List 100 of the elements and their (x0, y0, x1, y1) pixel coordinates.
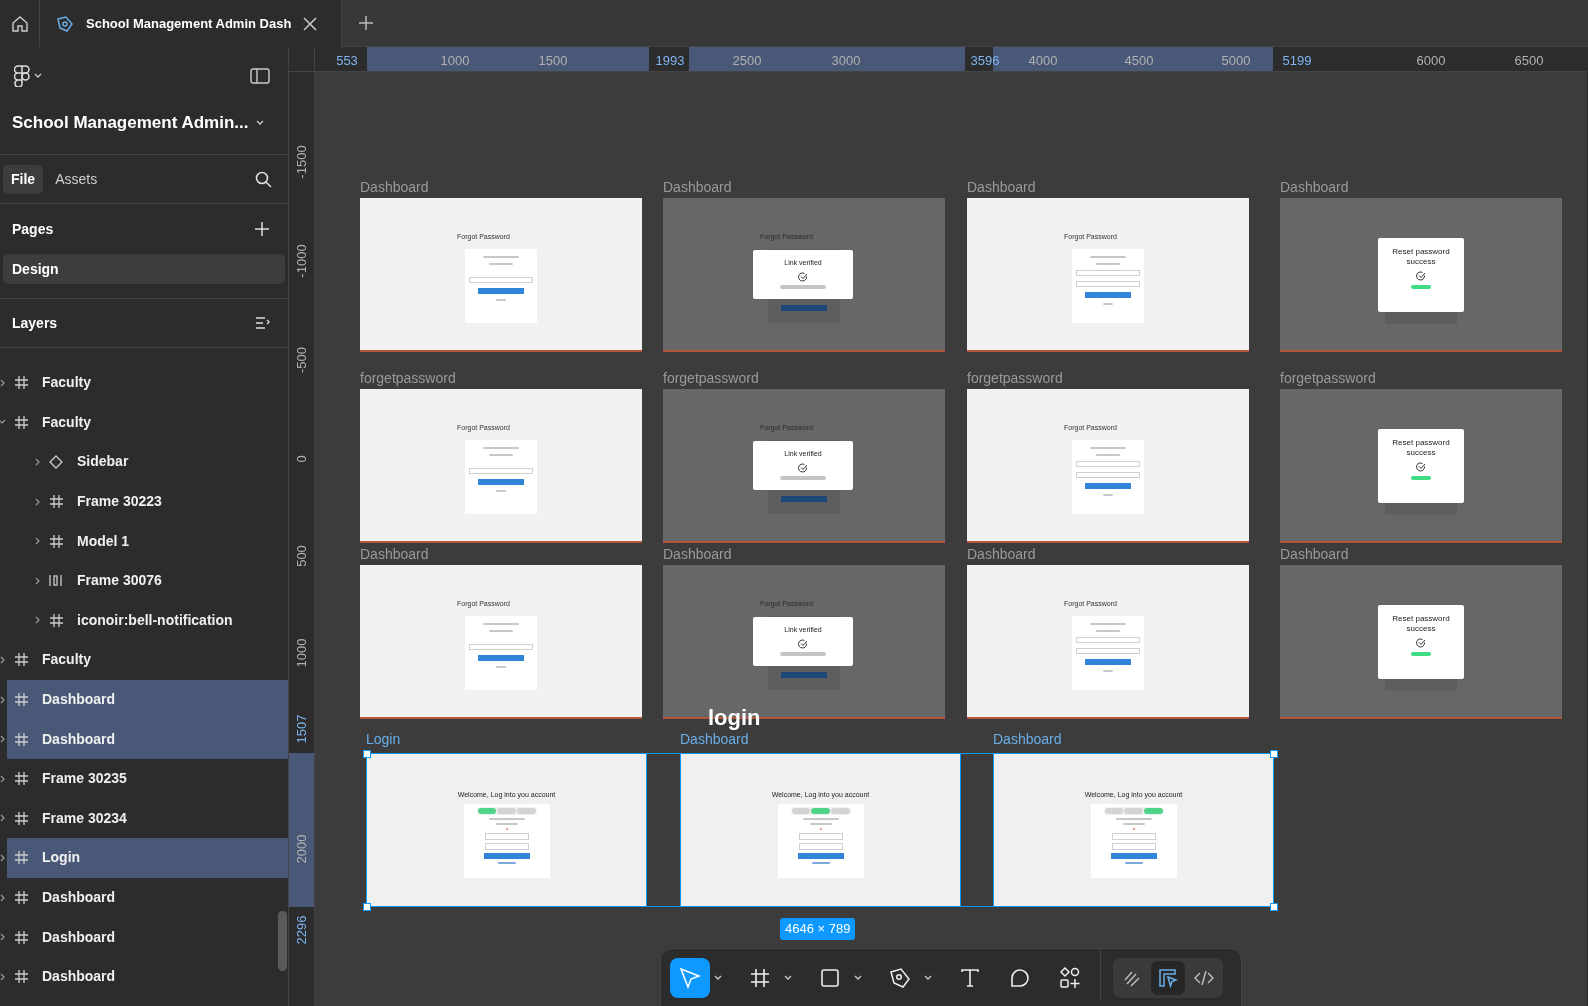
text-line (483, 622, 519, 625)
frame-label[interactable]: Dashboard (360, 177, 429, 198)
speech-bubble-icon (1010, 968, 1030, 988)
canvas[interactable] (315, 72, 1587, 1006)
resize-handle[interactable] (1270, 750, 1278, 758)
frame-label[interactable]: Dashboard (663, 544, 732, 565)
plus-icon[interactable] (255, 222, 269, 236)
caret-icon[interactable] (784, 975, 792, 981)
ruler-label: 2296 (293, 915, 311, 945)
layer-row[interactable]: Dashboard (0, 877, 288, 918)
file-panel-tab[interactable]: Assets (47, 164, 106, 194)
layer-row[interactable]: Frame 30235 (0, 758, 288, 799)
caret-icon[interactable] (0, 933, 5, 942)
layer-row[interactable]: Sidebar (0, 442, 288, 482)
input-field (484, 842, 529, 850)
caret-icon[interactable] (34, 616, 40, 625)
frame-label[interactable]: Dashboard (967, 177, 1036, 198)
frame-label[interactable]: Dashboard (663, 177, 732, 198)
search-icon[interactable] (255, 170, 272, 188)
done-button (1411, 285, 1431, 289)
close-icon[interactable] (303, 16, 318, 31)
resize-handle[interactable] (363, 750, 371, 758)
frame-label[interactable]: forgetpassword (360, 368, 456, 389)
caret-icon[interactable] (34, 576, 40, 585)
frame-label[interactable]: Dashboard (680, 729, 749, 750)
frame-label[interactable]: forgetpassword (1280, 368, 1376, 389)
layer-name: Frame 30234 (42, 808, 127, 828)
caret-icon[interactable] (256, 120, 264, 126)
submit-button (1085, 291, 1131, 298)
caret-icon[interactable] (924, 975, 932, 981)
frame-label[interactable]: Dashboard (993, 729, 1062, 750)
caret-icon[interactable] (0, 695, 5, 704)
layer-name: Frame 30223 (77, 492, 162, 512)
scrollbar-thumb[interactable] (278, 911, 287, 971)
text-line (1115, 817, 1152, 820)
layer-row[interactable]: Faculty (0, 363, 288, 403)
move-tool-button[interactable] (670, 958, 710, 998)
panel-toggle-icon[interactable] (250, 68, 270, 84)
text-line (497, 861, 516, 864)
layer-row[interactable]: Faculty (0, 640, 288, 680)
caret-icon[interactable] (0, 814, 5, 823)
layer-row[interactable]: Frame 30076 (0, 560, 288, 601)
file-panel-tab[interactable]: File (3, 164, 44, 194)
submit-button (478, 287, 524, 294)
frame-label[interactable]: Dashboard (967, 544, 1036, 565)
layer-row[interactable]: Dashboard (0, 917, 288, 957)
layer-name: Dashboard (42, 729, 116, 749)
caret-icon[interactable] (0, 378, 5, 387)
ruler-label: -500 (293, 347, 311, 373)
caret-icon[interactable] (0, 655, 5, 664)
layer-row[interactable]: Dashboard (0, 956, 288, 997)
design-mode-button[interactable] (1151, 961, 1185, 995)
ruler-label: 0 (293, 455, 311, 463)
layer-name: Sidebar (77, 452, 129, 472)
layer-row[interactable]: iconoir:bell-notification (0, 600, 288, 641)
caret-icon[interactable] (0, 419, 6, 426)
resize-handle[interactable] (1270, 903, 1278, 911)
document-tab[interactable]: School Management Admin Dash (40, 0, 342, 47)
continue-button (780, 651, 826, 656)
frame-label[interactable]: forgetpassword (663, 368, 759, 389)
frame-label[interactable]: Dashboard (1280, 544, 1349, 565)
input-field (1076, 636, 1140, 643)
list-icon[interactable] (255, 316, 271, 330)
page-item[interactable]: Design (3, 254, 285, 284)
file-name[interactable]: School Management Admin... (12, 110, 249, 136)
layer-row[interactable]: Faculty (0, 402, 288, 443)
caret-icon[interactable] (854, 975, 862, 981)
caret-icon[interactable] (0, 774, 5, 783)
caret-icon[interactable] (714, 975, 722, 981)
frame-thumbnail[interactable]: Reset password success (1280, 198, 1562, 352)
frame-label[interactable]: Dashboard (360, 544, 429, 565)
ruler-label: 1993 (655, 52, 685, 70)
text-line (1090, 446, 1126, 449)
caret-icon[interactable] (0, 972, 5, 981)
caret-icon[interactable] (34, 537, 40, 546)
submit-button (797, 852, 844, 859)
caret-icon[interactable] (0, 893, 5, 902)
home-button[interactable] (0, 0, 40, 47)
plus-icon[interactable] (359, 16, 373, 30)
resize-handle[interactable] (363, 903, 371, 911)
frame-label[interactable]: Login (366, 729, 401, 750)
frame-label[interactable]: Dashboard (1280, 177, 1349, 198)
cursor-icon (679, 967, 701, 989)
caret-icon[interactable] (34, 458, 40, 466)
caret-icon[interactable] (34, 497, 40, 506)
continue-button (780, 475, 826, 480)
home-icon (10, 14, 29, 33)
frame-label[interactable]: forgetpassword (967, 368, 1063, 389)
frame-thumbnail[interactable]: Reset password success (1280, 389, 1562, 543)
caret-icon[interactable] (0, 735, 5, 744)
square-icon (820, 968, 840, 988)
logo-icon (14, 65, 30, 87)
frame-thumbnail[interactable]: Reset password success (1280, 565, 1562, 719)
main-menu-button[interactable] (14, 65, 42, 87)
submit-button (483, 852, 530, 859)
layer-row[interactable]: Frame 30234 (0, 798, 288, 839)
frame-icon (14, 851, 28, 865)
layer-row[interactable]: Model 1 (0, 521, 288, 561)
caret-icon[interactable] (0, 853, 5, 862)
layer-row[interactable]: Frame 30223 (0, 481, 288, 522)
